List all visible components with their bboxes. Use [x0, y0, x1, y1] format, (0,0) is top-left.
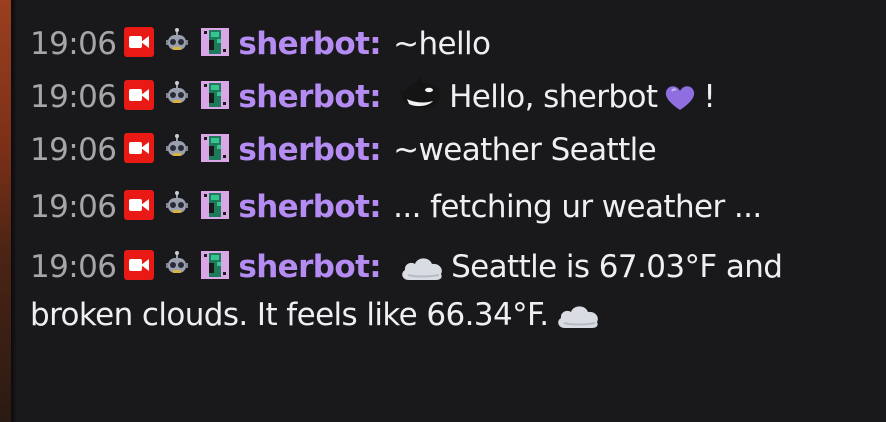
message-timestamp: 19:06	[30, 26, 117, 62]
message-timestamp: 19:06	[30, 79, 117, 115]
purple-heart-emote[interactable]	[663, 83, 697, 113]
message-username[interactable]: sherbot:	[238, 249, 381, 285]
bot-icon[interactable]	[162, 250, 192, 280]
message-username[interactable]: sherbot:	[238, 26, 381, 62]
message-text: !	[703, 79, 716, 115]
subscriber-icon[interactable]	[200, 80, 230, 110]
subscriber-icon[interactable]	[200, 190, 230, 220]
bot-icon[interactable]	[162, 190, 192, 220]
message-username[interactable]: sherbot:	[238, 79, 381, 115]
chat-window: 19:06 sherbot: ~hello 19:06 sherbot: Hello, …	[0, 0, 886, 422]
message-username[interactable]: sherbot:	[238, 189, 381, 225]
broadcaster-icon[interactable]	[124, 190, 155, 220]
broadcaster-icon[interactable]	[124, 250, 155, 280]
window-edge-shadow	[11, 0, 17, 422]
subscriber-icon[interactable]	[200, 27, 230, 57]
window-edge	[0, 0, 11, 422]
message-text: Hello, sherbot	[449, 79, 658, 115]
chat-message: 19:06 sherbot: ~hello	[30, 18, 875, 71]
message-timestamp: 19:06	[30, 132, 117, 168]
bot-icon[interactable]	[162, 80, 192, 110]
chat-message: 19:06 sherbot: Hello, sherbot!	[30, 71, 875, 124]
cloud-emote[interactable]	[399, 253, 445, 283]
message-text: ... fetching ur weather ...	[393, 189, 762, 225]
message-text: ~hello	[393, 26, 491, 62]
message-timestamp: 19:06	[30, 249, 117, 285]
chat-message: 19:06 sherbot: Seattle is 67.03°F and brok…	[30, 243, 875, 339]
broadcaster-icon[interactable]	[124, 80, 155, 110]
cloud-emote[interactable]	[555, 301, 601, 331]
chat-message: 19:06 sherbot: ... fetching ur weather ...	[30, 183, 875, 231]
bot-icon[interactable]	[162, 133, 192, 163]
message-timestamp: 19:06	[30, 189, 117, 225]
orca-emote[interactable]	[399, 75, 443, 113]
bot-icon[interactable]	[162, 27, 192, 57]
broadcaster-icon[interactable]	[124, 27, 155, 57]
broadcaster-icon[interactable]	[124, 133, 155, 163]
message-text: ~weather Seattle	[393, 132, 657, 168]
message-username[interactable]: sherbot:	[238, 132, 381, 168]
subscriber-icon[interactable]	[200, 133, 230, 163]
subscriber-icon[interactable]	[200, 250, 230, 280]
chat-log[interactable]: 19:06 sherbot: ~hello 19:06 sherbot: Hello, …	[30, 18, 875, 339]
chat-message: 19:06 sherbot: ~weather Seattle	[30, 124, 875, 177]
